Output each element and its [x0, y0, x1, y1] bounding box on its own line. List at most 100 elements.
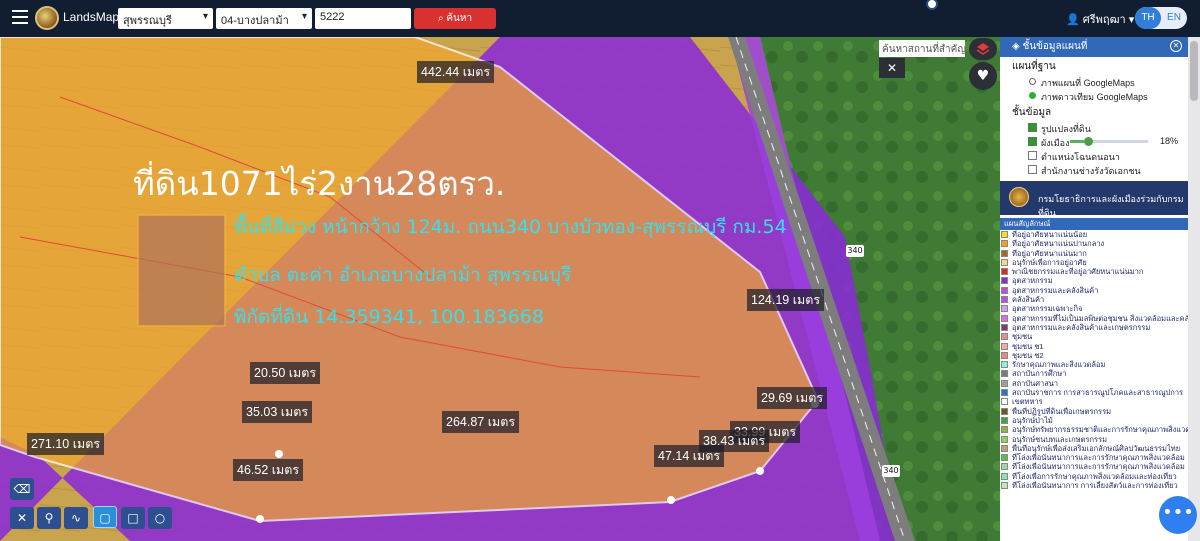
legend-item: ชุมชน ช1 [1000, 342, 1188, 351]
user-menu[interactable]: 👤 ศรีพฤฒา ▾ [1066, 10, 1134, 28]
distance-label: 271.10 เมตร [27, 433, 105, 455]
legend-item: สถาบันราชการ การสาธารณูปโภคและสาธารณูปกา… [1000, 388, 1188, 397]
distance-label: 29.69 เมตร [757, 387, 828, 409]
coordinate-line: พิกัดที่ดิน 14.359341, 100.183668 [234, 306, 544, 328]
legend-item: ที่อยู่อาศัยหนาแน่นปานกลาง [1000, 239, 1188, 248]
hamburger-menu-icon[interactable] [12, 10, 28, 24]
legend-swatch [1001, 240, 1008, 248]
layer-toggle-cityplan[interactable]: ผังเมือง 18% [1000, 135, 1188, 149]
highlight-rectangle[interactable] [137, 214, 226, 327]
user-name: ศรีพฤฒา [1082, 14, 1126, 26]
legend-swatch [1001, 323, 1008, 331]
basemap-label: ภาพดาวเทียม GoogleMaps [1041, 92, 1148, 102]
legend-item: ชุมชน ช2 [1000, 351, 1188, 360]
marker-icon[interactable]: ⚲ [37, 507, 61, 529]
legend-swatch [1001, 454, 1008, 462]
slider-handle[interactable] [1084, 137, 1093, 146]
legend-swatch [1001, 277, 1008, 285]
legend-item: ที่โล่งเพื่อนันทนาการและการรักษาคุณภาพสิ… [1000, 453, 1188, 462]
legend-label: ที่อยู่อาศัยหนาแน่นน้อย [1012, 230, 1088, 239]
legend-item: พื้นที่ปฏิรูปที่ดินเพื่อเกษตรกรรม [1000, 407, 1188, 416]
legend-swatch [1001, 444, 1008, 452]
legend-label: ชุมชน ช1 [1012, 341, 1044, 351]
layer-toggle-deed[interactable]: ตำแหน่งโฉนดนอนา [1000, 149, 1188, 163]
checkbox[interactable] [1028, 137, 1037, 146]
legend-swatch [1001, 296, 1008, 304]
layer-panel: ◈ ชั้นข้อมูลแผนที่ ✕ แผนที่ฐาน ภาพแผนที่… [1000, 37, 1188, 541]
legend-label: อุตสาหกรรมและคลังสินค้า [1012, 285, 1099, 295]
info-line: ตำบล ตะค่า อำเภอบางปลาม้า สุพรรณบุรี [234, 264, 572, 286]
more-options-button[interactable]: ••• [1159, 496, 1197, 534]
legend-list: ที่อยู่อาศัยหนาแน่นน้อย ที่อยู่อาศัยหนาแน… [1000, 230, 1188, 490]
place-search-input[interactable]: ค้นหาสถานที่สำคัญ [879, 40, 965, 57]
legend-label: พื้นที่อนุรักษ์เพื่อส่งเสริมเอกลักษณ์ศิล… [1012, 443, 1181, 453]
legend-item: คลังสินค้า [1000, 295, 1188, 304]
checkbox[interactable] [1028, 165, 1037, 174]
radio-button[interactable] [1029, 78, 1036, 85]
heart-icon[interactable]: ♥ [969, 62, 997, 90]
radio-button[interactable] [1029, 92, 1036, 99]
legend-item: อนุรักษ์ชนบทและเกษตรกรรม [1000, 435, 1188, 444]
path-tool-icon[interactable]: ∿ [64, 507, 88, 529]
layer-toggle-parcel[interactable]: รูปแปลงที่ดิน [1000, 121, 1188, 135]
panel-title: ชั้นข้อมูลแผนที่ [1022, 41, 1088, 52]
parcel-number-input[interactable]: 5222 [315, 8, 411, 29]
legend-label: อนุรักษ์ป่าไม้ [1012, 415, 1053, 425]
lang-en-option[interactable]: EN [1161, 7, 1187, 29]
legend-label: อุตสาหกรรมเฉพาะกิจ [1012, 304, 1083, 314]
close-icon[interactable]: ✕ [879, 58, 905, 78]
eraser-icon[interactable]: ⌫ [10, 478, 34, 500]
distance-label: 124.19 เมตร [747, 289, 825, 311]
scrollbar-thumb[interactable] [1190, 41, 1198, 101]
legend-label: อนุรักษ์ชนบทและเกษตรกรรม [1012, 434, 1108, 444]
lang-th-option[interactable]: TH [1135, 7, 1161, 29]
legend-swatch [1001, 249, 1008, 257]
road-badge: 340 [883, 466, 899, 475]
legend-swatch [1001, 333, 1008, 341]
distance-label: 20.50 เมตร [250, 362, 321, 384]
opacity-slider[interactable] [1070, 137, 1148, 146]
checkbox[interactable] [1028, 123, 1037, 132]
circle-tool-icon[interactable]: ○ [148, 507, 172, 529]
rectangle-tool-icon[interactable]: □ [121, 507, 145, 529]
search-button[interactable]: ⌕ ค้นหา [414, 8, 496, 29]
close-icon[interactable]: ✕ [1170, 40, 1182, 52]
legend-item: ที่โล่งเพื่อนันทนาการและการรักษาคุณภาพสิ… [1000, 462, 1188, 471]
legend-label: ชุมชน [1012, 332, 1033, 342]
legend-swatch [1001, 258, 1008, 266]
language-toggle[interactable]: TH EN [1135, 7, 1187, 29]
legend-item: อุตสาหกรรม [1000, 276, 1188, 285]
layers-icon[interactable] [969, 38, 997, 60]
legend-item: รักษาคุณภาพและสิ่งแวดล้อม [1000, 360, 1188, 369]
select-tool-icon[interactable]: ▢ [93, 506, 117, 528]
province-select[interactable]: สุพรรณบุรี ▾ [118, 8, 213, 29]
layer-toggle-surveyor[interactable]: สำนักงานช่างรังวัดเอกชน [1000, 163, 1188, 177]
top-bar: LandsMaps สุพรรณบุรี ▾ 04-บางปลาม้า ▾ 52… [0, 0, 1200, 37]
basemap-option-map[interactable]: ภาพแผนที่ GoogleMaps [1000, 75, 1188, 89]
legend-item: ที่โล่งเพื่อการรักษาคุณภาพสิ่งแวดล้อมและ… [1000, 472, 1188, 481]
checkbox[interactable] [1028, 151, 1037, 160]
distance-label: 442.44 เมตร [417, 61, 495, 83]
legend-swatch [1001, 305, 1008, 313]
legend-item: อุตสาหกรรมเฉพาะกิจ [1000, 304, 1188, 313]
legend-item: ที่อยู่อาศัยหนาแน่นน้อย [1000, 230, 1188, 239]
legend-item: อนุรักษ์ป่าไม้ [1000, 416, 1188, 425]
legend-label: อนุรักษ์ทรัพยากรธรรมชาติและการรักษาคุณภา… [1012, 425, 1188, 435]
legend-swatch [1001, 379, 1008, 387]
app-root: LandsMaps สุพรรณบุรี ▾ 04-บางปลาม้า ▾ 52… [0, 0, 1200, 541]
legend-label: พาณิชยกรรมและที่อยู่อาศัยหนาแน่นมาก [1012, 267, 1144, 277]
user-icon: 👤 [1066, 14, 1080, 26]
basemap-option-satellite[interactable]: ภาพดาวเทียม GoogleMaps [1000, 89, 1188, 103]
legend-item: ชุมชน [1000, 332, 1188, 341]
line-tool-icon[interactable]: ✕ [10, 507, 34, 529]
app-title: LandsMaps [63, 10, 126, 24]
legend-item: อุตสาหกรรมและคลังสินค้า [1000, 286, 1188, 295]
panel-scrollbar[interactable] [1188, 37, 1200, 541]
legend-label: เขตทหาร [1012, 397, 1043, 407]
basemap-title: แผนที่ฐาน [1012, 61, 1056, 72]
legend-label: อุตสาหกรรม [1012, 276, 1053, 286]
legend-swatch [1001, 351, 1008, 359]
department-seal [1009, 187, 1029, 207]
distance-label: 47.14 เมตร [654, 445, 725, 467]
district-select[interactable]: 04-บางปลาม้า ▾ [216, 8, 312, 29]
